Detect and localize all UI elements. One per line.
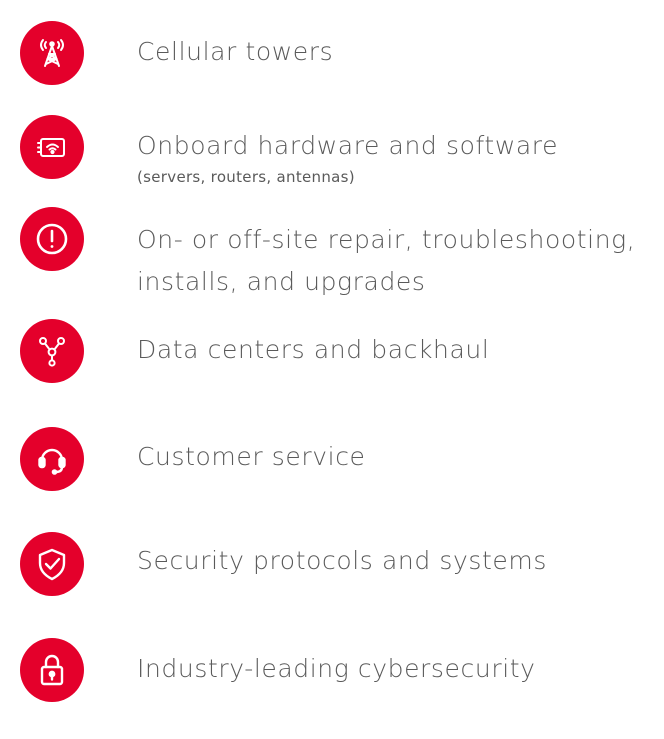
exclamation-icon [36, 223, 68, 255]
icon-circle [20, 427, 84, 491]
icon-circle [20, 207, 84, 271]
item-label: Cellular towers [137, 37, 334, 66]
services-list: Cellular towers Onboard hardware and sof… [0, 0, 664, 739]
icon-circle [20, 532, 84, 596]
icon-circle [20, 319, 84, 383]
item-label: On- or off-site repair, troubleshooting,… [137, 225, 636, 296]
headset-icon [38, 448, 66, 475]
item-text: Onboard hardware and software (servers, … [137, 125, 657, 187]
item-sublabel: (servers, routers, antennas) [137, 168, 355, 186]
padlock-icon [40, 654, 64, 686]
cell-tower-icon [40, 39, 64, 67]
shield-check-icon [38, 548, 66, 581]
router-wifi-icon [37, 138, 65, 157]
icon-circle [20, 115, 84, 179]
item-label: Onboard hardware and software [137, 131, 559, 160]
item-label: Data centers and backhaul [137, 335, 490, 364]
item-label: Security protocols and systems [137, 546, 547, 575]
network-nodes-icon [39, 337, 65, 367]
icon-circle [20, 638, 84, 702]
icon-circle [20, 21, 84, 85]
item-label: Customer service [137, 442, 366, 471]
item-label: Industry-leading cybersecurity [137, 654, 536, 683]
